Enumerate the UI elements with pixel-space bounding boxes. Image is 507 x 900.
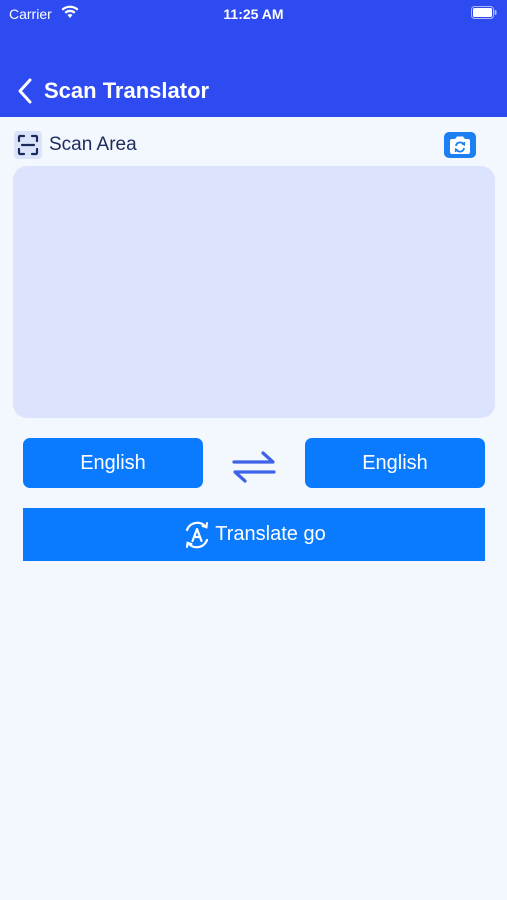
scan-label-row: Scan Area xyxy=(14,130,494,160)
status-bar: Carrier 11:25 AM xyxy=(0,0,507,28)
translate-icon xyxy=(182,520,212,550)
translate-go-button[interactable]: Translate go xyxy=(23,508,485,561)
nav-bar: Scan Translator xyxy=(0,70,507,114)
scan-area-label: Scan Area xyxy=(49,134,137,155)
camera-switch-icon xyxy=(450,136,470,154)
target-language-label: English xyxy=(362,451,428,474)
scan-frame-icon xyxy=(14,131,42,159)
translate-go-label: Translate go xyxy=(215,523,326,545)
camera-switch-button[interactable] xyxy=(444,132,476,158)
page-title: Scan Translator xyxy=(44,78,210,103)
target-language-button[interactable]: English xyxy=(305,438,485,488)
back-button[interactable] xyxy=(12,76,38,106)
status-time: 11:25 AM xyxy=(223,6,284,22)
chevron-left-icon xyxy=(18,78,32,104)
swap-arrows-icon xyxy=(232,451,276,483)
battery-icon xyxy=(471,6,497,19)
scan-area[interactable] xyxy=(13,166,495,418)
header: Carrier 11:25 AM Scan Translator xyxy=(0,0,507,117)
swap-languages-button[interactable] xyxy=(230,449,278,485)
source-language-button[interactable]: English xyxy=(23,438,203,488)
source-language-label: English xyxy=(80,451,146,474)
